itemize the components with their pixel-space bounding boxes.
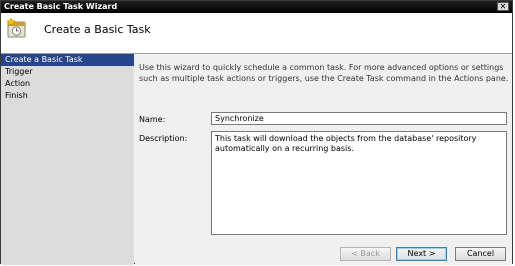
nav-step-finish[interactable]: Finish (1, 90, 134, 102)
page-title: Create a Basic Task (44, 23, 151, 36)
back-button[interactable]: < Back (340, 247, 391, 261)
nav-step-create-basic-task[interactable]: Create a Basic Task (1, 54, 134, 66)
description-label: Description: (139, 134, 188, 143)
description-input[interactable]: This task will download the objects from… (211, 131, 507, 235)
window-title: Create Basic Task Wizard (4, 2, 118, 11)
wizard-window: Create Basic Task Wizard ✕ Create a Basi… (0, 0, 513, 265)
cancel-button[interactable]: Cancel (455, 247, 506, 261)
task-scheduler-icon (6, 17, 26, 38)
intro-text: Use this wizard to quickly schedule a co… (139, 63, 509, 83)
next-button[interactable]: Next > (396, 247, 447, 261)
name-label: Name: (139, 115, 166, 124)
nav-step-trigger[interactable]: Trigger (1, 66, 134, 78)
wizard-steps-nav: Create a Basic Task Trigger Action Finis… (1, 54, 134, 265)
close-button[interactable]: ✕ (497, 2, 509, 11)
nav-step-action[interactable]: Action (1, 78, 134, 90)
wizard-content: Use this wizard to quickly schedule a co… (135, 54, 512, 265)
title-bar[interactable]: Create Basic Task Wizard ✕ (1, 1, 512, 13)
wizard-header: Create a Basic Task (1, 13, 512, 54)
name-input[interactable] (211, 112, 507, 125)
